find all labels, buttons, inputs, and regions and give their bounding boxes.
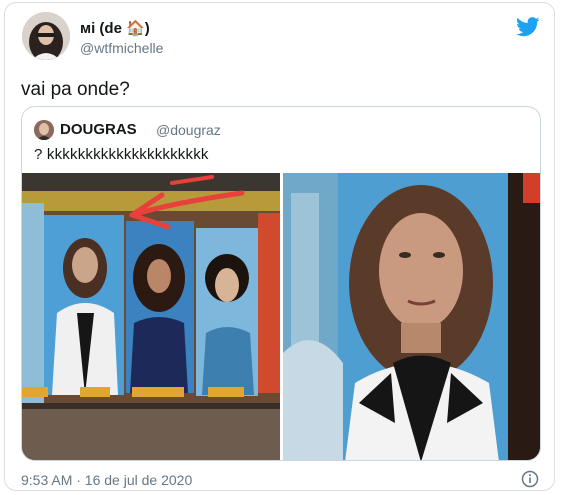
media-image-closeup[interactable] xyxy=(283,173,540,460)
author-avatar[interactable] xyxy=(22,12,70,60)
author-name[interactable]: мі (de 🏠) xyxy=(80,19,150,37)
tweet-text: vai pa onde? xyxy=(21,79,130,100)
quoted-author-avatar[interactable] xyxy=(34,120,54,140)
quoted-tweet-text: ? kkkkkkkkkkkkkkkkkkkkk xyxy=(34,146,209,163)
quoted-author-handle[interactable]: @dougraz xyxy=(156,122,221,138)
media-image-studio[interactable] xyxy=(22,173,280,460)
twitter-bird-icon[interactable] xyxy=(516,17,540,37)
quoted-media xyxy=(22,173,540,460)
tweet-card: мі (de 🏠) @wtfmichelle vai pa onde? DOUG… xyxy=(4,2,555,491)
quoted-author-name[interactable]: DOUGRAS xyxy=(60,121,137,138)
tweet-timestamp[interactable]: 9:53 AM · 16 de jul de 2020 xyxy=(21,472,192,488)
info-icon[interactable] xyxy=(521,470,539,488)
author-handle[interactable]: @wtfmichelle xyxy=(80,40,163,56)
quoted-tweet[interactable]: DOUGRAS @dougraz ? kkkkkkkkkkkkkkkkkkkkk xyxy=(21,106,541,461)
